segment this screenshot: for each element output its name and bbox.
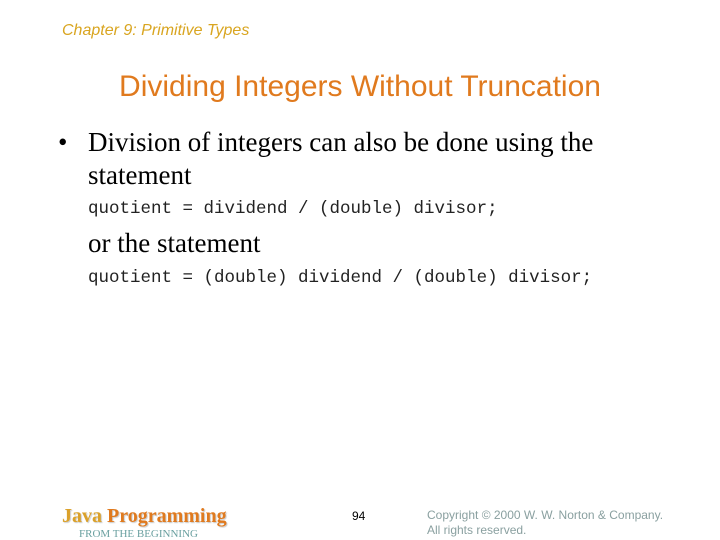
logo-subtitle: FROM THE BEGINNING — [79, 528, 198, 540]
page-number: 94 — [352, 509, 366, 523]
copyright-notice: Copyright © 2000 W. W. Norton & Company.… — [427, 508, 663, 538]
bullet-text: Division of integers can also be done us… — [88, 127, 594, 190]
logo-word-java: Java — [62, 505, 102, 527]
logo-word-programming: Programming — [107, 505, 227, 527]
code-statement-2: quotient = (double) dividend / (double) … — [88, 268, 593, 288]
slide-title: Dividing Integers Without Truncation — [119, 70, 601, 103]
bullet-icon: • — [58, 127, 68, 157]
connector-text: or the statement — [88, 228, 261, 258]
copyright-line-1: Copyright © 2000 W. W. Norton & Company. — [427, 508, 664, 522]
chapter-heading: Chapter 9: Primitive Types — [62, 22, 250, 39]
code-statement-1: quotient = dividend / (double) divisor; — [88, 199, 498, 219]
copyright-line-2: All rights reserved. — [427, 523, 527, 537]
book-logo: Java Programming — [62, 505, 227, 528]
